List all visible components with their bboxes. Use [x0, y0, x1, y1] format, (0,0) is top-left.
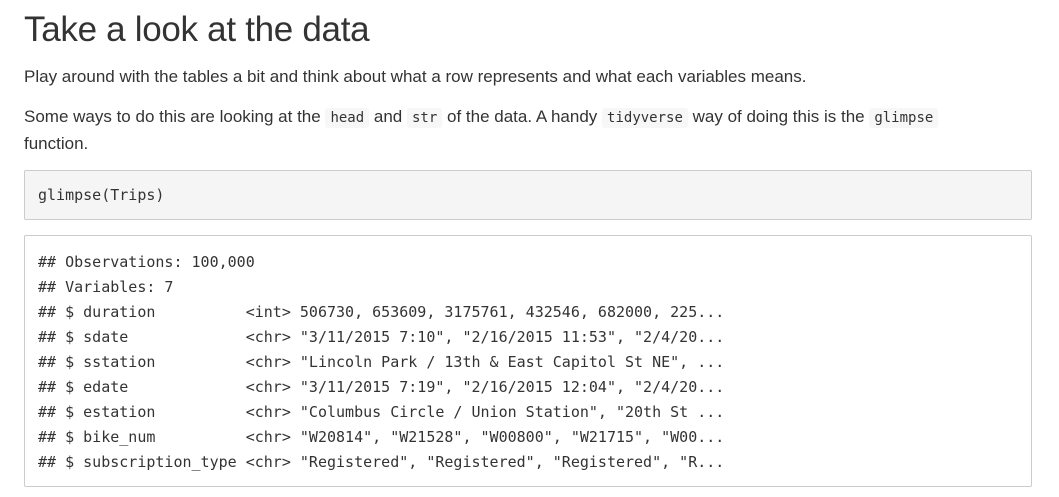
output-line: ## $ edate <chr> "3/11/2015 7:19", "2/16… — [38, 378, 725, 396]
inline-code-glimpse: glimpse — [869, 108, 939, 128]
code-block[interactable]: glimpse(Trips) — [24, 170, 1032, 220]
output-line: ## $ estation <chr> "Columbus Circle / U… — [38, 403, 725, 421]
output-line: ## $ sdate <chr> "3/11/2015 7:10", "2/16… — [38, 328, 725, 346]
output-line: ## $ sstation <chr> "Lincoln Park / 13th… — [38, 353, 725, 371]
output-line: ## Observations: 100,000 — [38, 253, 255, 271]
paragraph-text: of the data. A handy — [442, 107, 603, 126]
paragraph-text: and — [369, 107, 407, 126]
output-block[interactable]: ## Observations: 100,000 ## Variables: 7… — [24, 235, 1032, 487]
paragraph-text: way of doing this is the — [687, 107, 870, 126]
intro-paragraph: Play around with the tables a bit and th… — [24, 67, 807, 86]
code-text[interactable]: glimpse(Trips) — [38, 185, 164, 205]
output-lines: ## Observations: 100,000 ## Variables: 7… — [38, 250, 724, 475]
functions-paragraph: Some ways to do this are looking at the … — [24, 104, 1024, 157]
inline-code-head: head — [325, 108, 370, 128]
paragraph-text: function. — [24, 134, 89, 153]
inline-code-str: str — [406, 108, 443, 128]
output-line: ## $ subscription_type <chr> "Registered… — [38, 453, 725, 471]
page-title: Take a look at the data — [24, 10, 370, 49]
paragraph-text: Some ways to do this are looking at the — [24, 107, 326, 126]
inline-code-tidyverse: tidyverse — [602, 108, 688, 128]
output-line: ## $ bike_num <chr> "W20814", "W21528", … — [38, 428, 725, 446]
output-line: ## $ duration <int> 506730, 653609, 3175… — [38, 303, 725, 321]
output-line: ## Variables: 7 — [38, 278, 174, 296]
